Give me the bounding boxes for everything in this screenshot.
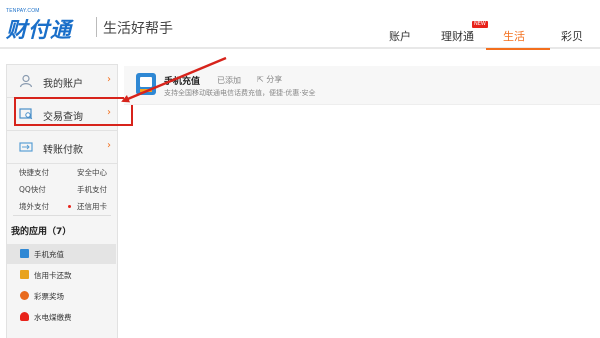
annotation-arrow — [121, 56, 227, 103]
arrow-line — [121, 56, 227, 103]
